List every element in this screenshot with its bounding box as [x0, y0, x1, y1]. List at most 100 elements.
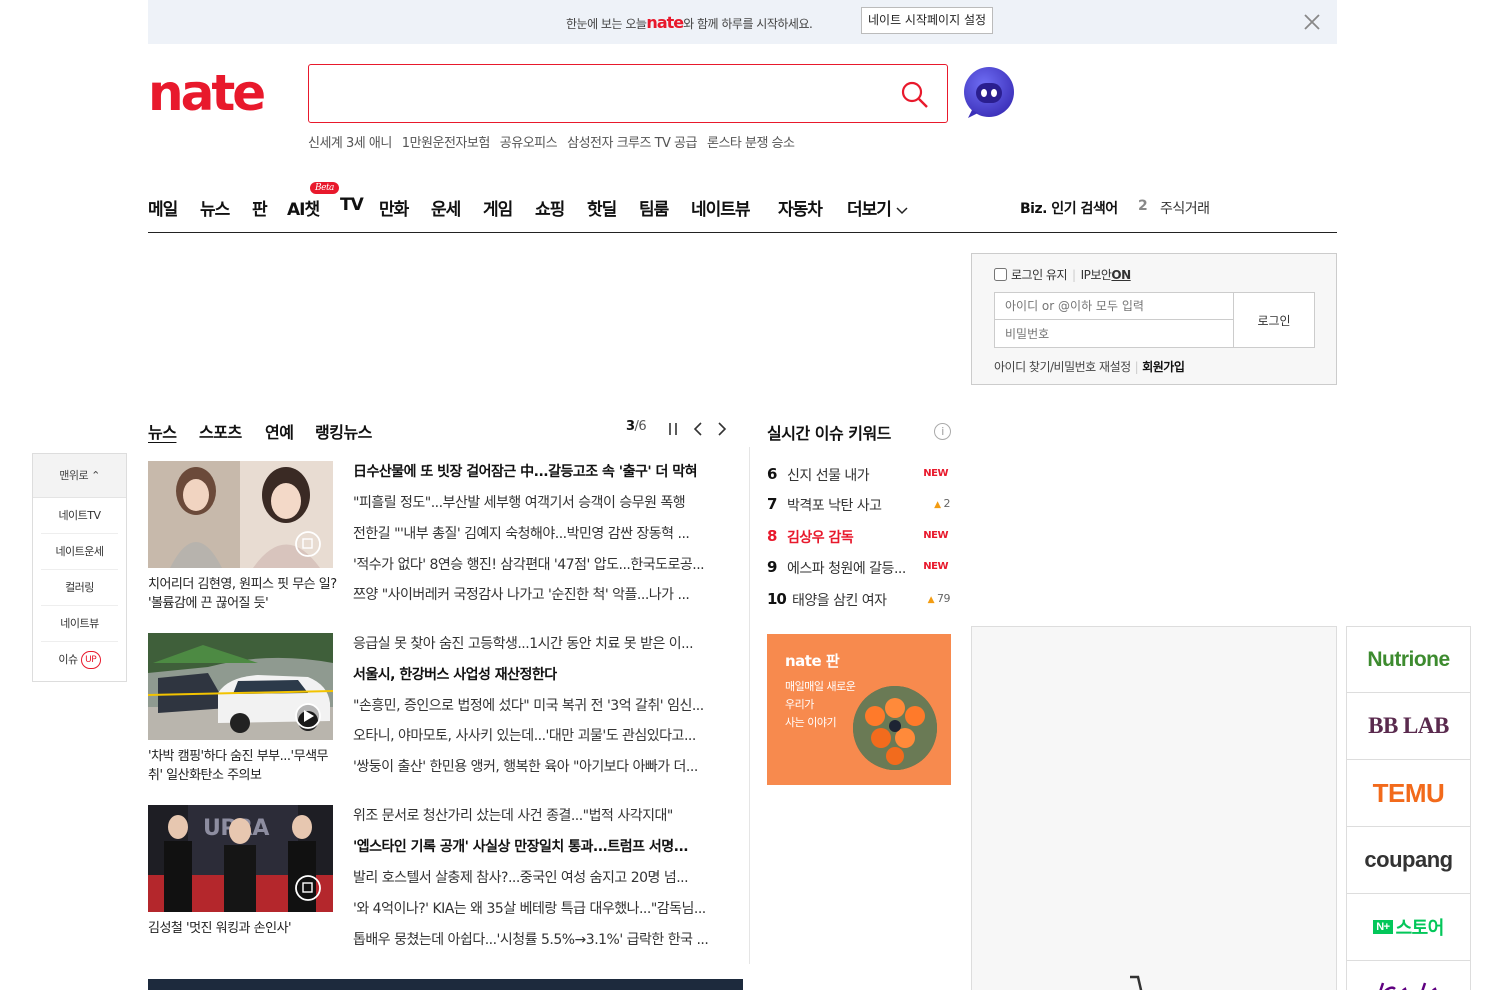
news-headline[interactable]: 日수산물에 또 빗장 걸어잠근 中...갈등고조 속 '출구' 더 막혀: [353, 461, 728, 481]
side-item-nateview[interactable]: 네이트뷰: [41, 606, 118, 642]
scroll-top-button[interactable]: 맨위로 ⌃: [33, 454, 126, 498]
trending-item[interactable]: 1만원운전자보험: [402, 136, 491, 151]
keyword-rank: 9: [767, 558, 777, 576]
news-headline[interactable]: 응급실 못 찾아 숨진 고등학생...1시간 동안 치료 못 받은 이...: [353, 633, 728, 653]
shop-temu[interactable]: TEMU: [1346, 760, 1471, 827]
pann-promo-banner[interactable]: nate 판 매일매일 새로운 우리가 사는 이야기: [767, 634, 951, 785]
trending-item[interactable]: 신세계 3세 애니: [308, 136, 392, 151]
shop-naver-store[interactable]: N+ 스토어: [1346, 894, 1471, 961]
news-block: '차박 캠핑'하다 숨진 부부...'무색무취' 일산화탄소 주의보 응급실 못…: [148, 633, 728, 793]
signup-link[interactable]: 회원가입: [1142, 360, 1185, 374]
nav-teamroom[interactable]: 팀룸: [639, 195, 669, 220]
news-headline[interactable]: 쯔양 "사이버레커 국정감사 나가고 '순진한 척' 악플...나가 ...: [353, 584, 728, 604]
close-icon[interactable]: [1302, 12, 1322, 32]
news-headline[interactable]: '적수가 없다' 8연승 행진! 삼각편대 '47점' 압도...한국도로공..…: [353, 554, 728, 574]
news-headline[interactable]: 톱배우 뭉쳤는데 아쉽다...'시청률 5.5%→3.1%' 급락한 한국 ..…: [353, 929, 728, 949]
side-quick-nav: 맨위로 ⌃ 네이트TV 네이트운세 컬러링 네이트뷰 이슈 UP: [32, 453, 127, 682]
keep-login-label: 로그인 유지: [1011, 268, 1068, 282]
trending-item[interactable]: 삼성전자 크루즈 TV 공급: [567, 136, 697, 151]
tab-ranking-news[interactable]: 랭킹뉴스: [315, 419, 372, 443]
tab-news[interactable]: 뉴스: [148, 419, 177, 443]
trending-item[interactable]: 론스타 분쟁 승소: [707, 136, 795, 151]
new-badge: NEW: [923, 468, 948, 479]
nav-comics[interactable]: 만화: [379, 195, 409, 220]
keyword-row[interactable]: 10 태양을 삼킨 여자 ▲ 79: [767, 590, 951, 612]
keyword-row[interactable]: 8 김상우 감독 NEW: [767, 527, 951, 549]
biz-keyword[interactable]: 주식거래: [1160, 198, 1210, 218]
nav-game[interactable]: 게임: [483, 195, 513, 220]
shop-kurly[interactable]: [1346, 961, 1471, 990]
banner-brand: nate: [646, 13, 684, 32]
news-headline[interactable]: 발리 호스텔서 살충제 참사?...중국인 여성 숨지고 20명 넘...: [353, 867, 728, 887]
search-button[interactable]: [899, 79, 931, 111]
nav-nateview[interactable]: 네이트뷰: [691, 195, 751, 220]
news-block: 치어리더 김현영, 원피스 핏 무슨 일? '볼륨감에 끈 끊어질 듯' 日수산…: [148, 461, 728, 621]
up-badge: UP: [80, 651, 101, 669]
nav-pann[interactable]: 판: [252, 195, 268, 220]
keyword-row[interactable]: 6 신지 선물 내가 NEW: [767, 465, 951, 487]
shop-bblab[interactable]: BB LAB: [1346, 693, 1471, 760]
keep-login-checkbox[interactable]: [994, 268, 1007, 281]
id-field[interactable]: [994, 292, 1234, 320]
news-thumbnail[interactable]: [148, 633, 333, 740]
news-headline[interactable]: 오타니, 야마모토, 사사키 있는데...'대만 괴물'도 관심있다고...: [353, 725, 728, 745]
find-account-link[interactable]: 아이디 찾기/비밀번호 재설정: [994, 360, 1131, 374]
nav-shopping[interactable]: 쇼핑: [535, 195, 565, 220]
nav-mail[interactable]: 메일: [148, 195, 178, 220]
news-headline[interactable]: '와 4억이나?' KIA는 왜 35살 베테랑 특급 대우했나..."감독님.…: [353, 898, 728, 918]
side-item-fortune[interactable]: 네이트운세: [41, 534, 118, 570]
news-headline[interactable]: 위조 문서로 청산가리 샀는데 사건 종결..."법적 사각지대": [353, 805, 728, 825]
tab-sports[interactable]: 스포츠: [199, 419, 242, 443]
news-headline[interactable]: '엡스타인 기록 공개' 사실상 만장일치 통과...트럼프 서명...: [353, 836, 728, 856]
chevron-right-icon[interactable]: [715, 421, 729, 437]
shop-coupang[interactable]: coupang: [1346, 827, 1471, 894]
thumbnail-caption[interactable]: 김성철 '멋진 워킹과 손인사': [148, 919, 338, 938]
new-badge: NEW: [923, 561, 948, 572]
pause-icon[interactable]: [666, 421, 680, 437]
keyword-row[interactable]: 9 에스파 청원에 갈등... NEW: [767, 558, 951, 580]
info-icon[interactable]: i: [934, 423, 951, 440]
set-start-page-button[interactable]: 네이트 시작페이지 설정: [861, 7, 994, 34]
banner-text-post: 와 함께 하루를 시작하세요.: [683, 17, 813, 31]
thumbnail-caption[interactable]: 치어리더 김현영, 원피스 핏 무슨 일? '볼륨감에 끈 끊어질 듯': [148, 575, 338, 613]
login-button[interactable]: 로그인: [1233, 292, 1315, 348]
password-field[interactable]: [994, 320, 1234, 348]
ip-security-label[interactable]: IP보안: [1081, 266, 1112, 283]
news-headline[interactable]: '쌍둥이 출산' 한민용 앵커, 행복한 육아 "아기보다 아빠가 더...: [353, 756, 728, 776]
pann-copy-line: 우리가: [785, 698, 814, 711]
nav-news[interactable]: 뉴스: [200, 195, 230, 220]
ai-chat-bot-icon[interactable]: [962, 66, 1016, 120]
side-item-natetv[interactable]: 네이트TV: [41, 498, 118, 534]
keyword-row[interactable]: 7 박격포 낙탄 사고 ▲ 2: [767, 495, 951, 517]
nav-hotdeal[interactable]: 핫딜: [587, 195, 617, 220]
side-item-coloring[interactable]: 컬러링: [41, 570, 118, 606]
nav-more-label: 더보기: [847, 200, 892, 220]
news-tabs: 뉴스 스포츠 연예 랭킹뉴스 3/6: [148, 419, 728, 443]
keyword-rank: 7: [767, 495, 777, 513]
tab-entertainment[interactable]: 연예: [265, 419, 294, 443]
side-item-issue[interactable]: 이슈 UP: [41, 642, 118, 678]
shopping-shortcuts: Nutrione BB LAB TEMU coupang N+ 스토어: [1346, 626, 1471, 990]
news-headline[interactable]: 서울시, 한강버스 사업성 재산정한다: [353, 664, 728, 684]
search-icon: [901, 81, 928, 108]
chevron-left-icon[interactable]: [691, 421, 705, 437]
nav-more[interactable]: 더보기: [847, 195, 908, 220]
nav-ai-chat[interactable]: AI챗: [287, 195, 320, 220]
keep-login-option[interactable]: 로그인 유지 | IP보안 ON: [994, 266, 1131, 283]
nav-car[interactable]: 자동차: [778, 195, 823, 220]
news-headline[interactable]: "손흥민, 증인으로 법정에 섰다" 미국 복귀 전 '3억 갈취' 임신...: [353, 695, 728, 715]
news-headline[interactable]: 전한길 "'내부 총질' 김예지 숙청해야...박민영 감싼 장동혁 ...: [353, 523, 728, 543]
bottom-banner[interactable]: [148, 979, 743, 990]
nate-logo[interactable]: nate: [148, 64, 276, 120]
nav-tv[interactable]: TV: [340, 195, 364, 215]
shop-nutrione[interactable]: Nutrione: [1346, 626, 1471, 693]
nav-fortune[interactable]: 운세: [431, 195, 461, 220]
news-thumbnail[interactable]: UPRA: [148, 805, 333, 912]
search-input[interactable]: [319, 75, 879, 113]
trending-item[interactable]: 공유오피스: [500, 136, 558, 151]
thumbnail-caption[interactable]: '차박 캠핑'하다 숨진 부부...'무색무취' 일산화탄소 주의보: [148, 747, 338, 785]
ip-security-state[interactable]: ON: [1111, 268, 1131, 282]
news-thumbnail[interactable]: [148, 461, 333, 568]
ad-panel[interactable]: [971, 626, 1337, 990]
news-headline[interactable]: "피흘릴 정도"...부산발 세부행 여객기서 승객이 승무원 폭행: [353, 492, 728, 512]
